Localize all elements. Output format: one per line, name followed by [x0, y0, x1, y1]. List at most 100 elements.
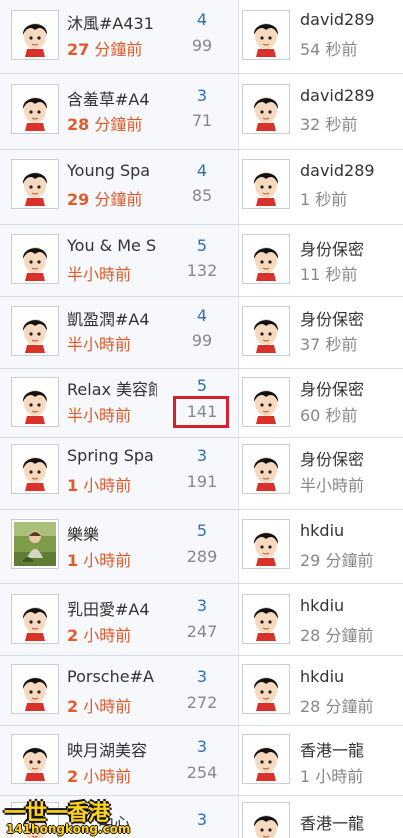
- last-poster-avatar[interactable]: [242, 377, 290, 427]
- last-post-time[interactable]: 28 分鐘前: [300, 693, 373, 717]
- time-number: 2: [67, 626, 79, 645]
- thread-title[interactable]: Porsche#A: [67, 667, 157, 686]
- reply-count[interactable]: 3: [171, 86, 233, 105]
- thread-title[interactable]: You & Me S: [67, 236, 157, 255]
- thread-post-time: 半小時前: [67, 261, 131, 285]
- reply-count[interactable]: 3: [171, 667, 233, 686]
- thread-title[interactable]: 含羞草#A4: [67, 86, 157, 110]
- thread-row: 含羞草#A4 28 分鐘前 3 71 david289 32 秒前: [0, 74, 403, 150]
- author-avatar[interactable]: [11, 234, 59, 284]
- thread-title[interactable]: Spring Spa: [67, 446, 157, 465]
- thread-post-time: 1 小時前: [67, 547, 131, 571]
- last-poster-name[interactable]: hkdiu: [300, 667, 344, 686]
- thread-title[interactable]: 映月湖美容: [67, 737, 157, 761]
- last-poster-name[interactable]: 香港一龍: [300, 737, 364, 761]
- last-poster-avatar[interactable]: [242, 519, 290, 569]
- last-post-time[interactable]: 60 秒前: [300, 402, 357, 426]
- thread-title[interactable]: 乳田愛#A4: [67, 596, 157, 620]
- cartoon-boy-icon: [14, 13, 56, 57]
- time-unit: 分鐘前: [89, 190, 143, 209]
- last-poster-name[interactable]: hkdiu: [300, 596, 344, 615]
- last-poster-name[interactable]: david289: [300, 86, 375, 105]
- last-post-time[interactable]: 37 秒前: [300, 331, 357, 355]
- author-avatar[interactable]: [11, 159, 59, 209]
- cartoon-boy-icon: [14, 667, 56, 711]
- last-post-time[interactable]: 28 分鐘前: [300, 622, 373, 646]
- view-count: 132: [186, 261, 218, 280]
- reply-count[interactable]: 4: [171, 10, 233, 29]
- thread-title[interactable]: 凱盈潤#A4: [67, 306, 157, 330]
- last-poster-avatar[interactable]: [242, 159, 290, 209]
- author-avatar[interactable]: [11, 377, 59, 427]
- author-avatar[interactable]: [11, 734, 59, 784]
- time-unit: 半小時前: [67, 265, 132, 284]
- cartoon-boy-icon: [14, 309, 56, 353]
- last-poster-avatar[interactable]: [242, 664, 290, 714]
- reply-count[interactable]: 4: [171, 161, 233, 180]
- author-avatar[interactable]: [11, 594, 59, 644]
- last-post-time[interactable]: 54 秒前: [300, 36, 357, 60]
- last-post-time[interactable]: 1 秒前: [300, 186, 347, 210]
- last-post-time[interactable]: 半小時前: [300, 472, 364, 496]
- last-poster-name[interactable]: 身份保密: [300, 236, 364, 260]
- last-post-time[interactable]: 29 分鐘前: [300, 547, 373, 571]
- last-poster-avatar[interactable]: [242, 444, 290, 494]
- view-count: 99: [191, 331, 213, 350]
- site-watermark-logo: 一世一香港 141hongkong.com: [0, 795, 130, 838]
- last-poster-name[interactable]: hkdiu: [300, 521, 344, 540]
- time-number: 27: [67, 40, 90, 59]
- last-poster-avatar[interactable]: [242, 84, 290, 134]
- thread-post-time: 2 小時前: [67, 693, 131, 717]
- last-poster-name[interactable]: david289: [300, 161, 375, 180]
- thread-row: Young Spa 29 分鐘前 4 85 david289 1 秒前: [0, 150, 403, 225]
- cartoon-boy-icon: [14, 597, 56, 641]
- last-poster-name[interactable]: david289: [300, 10, 375, 29]
- last-poster-avatar[interactable]: [242, 734, 290, 784]
- photo-avatar-icon: [14, 522, 56, 566]
- last-poster-name[interactable]: 身份保密: [300, 306, 364, 330]
- reply-count[interactable]: 3: [171, 446, 233, 465]
- time-unit: 小時前: [78, 767, 132, 786]
- author-avatar[interactable]: [11, 519, 59, 569]
- author-avatar[interactable]: [11, 10, 59, 60]
- thread-post-time: 29 分鐘前: [67, 186, 142, 210]
- cartoon-boy-icon: [245, 447, 287, 491]
- reply-count[interactable]: 3: [171, 810, 233, 829]
- author-avatar[interactable]: [11, 84, 59, 134]
- cartoon-boy-icon: [245, 737, 287, 781]
- view-count: 141: [186, 402, 218, 421]
- thread-title[interactable]: Relax 美容館: [67, 376, 157, 400]
- thread-row: Porsche#A 2 小時前 3 272 hkdiu 28 分鐘前: [0, 656, 403, 726]
- author-avatar[interactable]: [11, 444, 59, 494]
- last-post-time[interactable]: 32 秒前: [300, 111, 357, 135]
- thread-title[interactable]: Young Spa: [67, 161, 157, 180]
- reply-count[interactable]: 3: [171, 596, 233, 615]
- last-poster-avatar[interactable]: [242, 802, 290, 838]
- thread-title[interactable]: 樂樂: [67, 521, 157, 545]
- cartoon-boy-icon: [14, 87, 56, 131]
- view-count: 99: [191, 36, 213, 55]
- last-poster-avatar[interactable]: [242, 234, 290, 284]
- last-poster-avatar[interactable]: [242, 306, 290, 356]
- time-unit: 半小時前: [67, 406, 132, 425]
- last-poster-name[interactable]: 身份保密: [300, 376, 364, 400]
- view-count: 71: [191, 111, 213, 130]
- author-avatar[interactable]: [11, 664, 59, 714]
- reply-count[interactable]: 5: [171, 376, 233, 395]
- author-avatar[interactable]: [11, 306, 59, 356]
- thread-post-time: 2 小時前: [67, 622, 131, 646]
- thread-row: Relax 美容館 半小時前 5 141 身份保密 60 秒前: [0, 369, 403, 438]
- reply-count[interactable]: 4: [171, 306, 233, 325]
- last-poster-avatar[interactable]: [242, 10, 290, 60]
- reply-count[interactable]: 5: [171, 521, 233, 540]
- last-poster-name[interactable]: 身份保密: [300, 446, 364, 470]
- last-poster-name[interactable]: 香港一龍: [300, 810, 364, 834]
- thread-post-time: 27 分鐘前: [67, 36, 142, 60]
- reply-count[interactable]: 5: [171, 236, 233, 255]
- thread-title[interactable]: 沐風#A431: [67, 10, 157, 34]
- reply-count[interactable]: 3: [171, 737, 233, 756]
- last-post-time[interactable]: 1 小時前: [300, 763, 363, 787]
- cartoon-boy-icon: [245, 309, 287, 353]
- last-poster-avatar[interactable]: [242, 594, 290, 644]
- last-post-time[interactable]: 11 秒前: [300, 261, 357, 285]
